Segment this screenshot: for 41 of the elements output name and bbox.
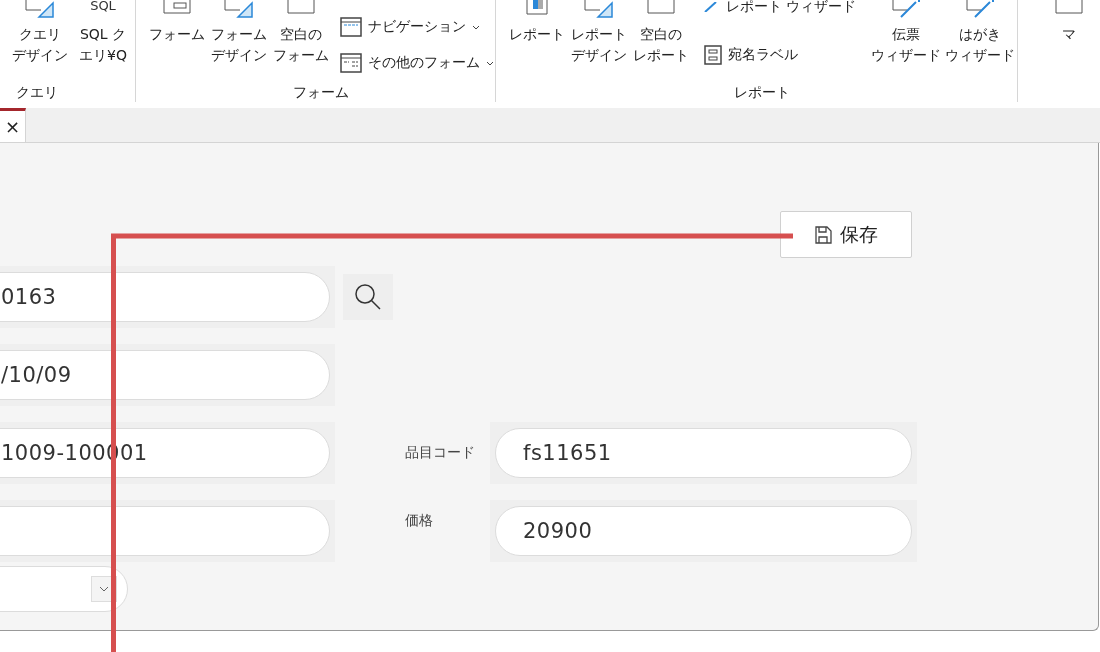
- ribbon-button[interactable]: 宛名ラベル: [704, 42, 869, 68]
- group-label: クエリ: [15, 84, 59, 102]
- field-label: 品目コード: [405, 443, 476, 462]
- group-label: レポート: [732, 84, 791, 102]
- chevron-down-icon: [99, 586, 109, 592]
- search-icon: [353, 281, 383, 312]
- ribbon-button[interactable]: 伝票 ウィザード: [869, 0, 943, 80]
- save-icon: [814, 225, 832, 244]
- label-icon: [704, 45, 722, 65]
- ribbon-button[interactable]: フォーム デザイン: [208, 0, 271, 80]
- form-icon: [162, 0, 193, 14]
- ribbon-button[interactable]: クエリ デザイン: [8, 0, 72, 80]
- ribbon-button[interactable]: レポート: [506, 0, 568, 80]
- window-icon: [340, 53, 363, 73]
- combo-box[interactable]: [0, 566, 128, 612]
- ribbon-button[interactable]: はがき ウィザード: [943, 0, 1017, 80]
- ribbon-button[interactable]: マ: [1038, 0, 1100, 80]
- chevron-down-icon: [486, 60, 495, 66]
- text-field[interactable]: fs11651: [495, 427, 912, 478]
- ribbon-button[interactable]: フォーム: [146, 0, 209, 80]
- ribbon-button[interactable]: 空白の フォーム: [270, 0, 333, 80]
- ribbon-button[interactable]: ナビゲーション: [340, 14, 495, 40]
- ribbon-button[interactable]: レポート ウィザード: [704, 0, 869, 20]
- chevron-down-icon: [472, 24, 481, 30]
- save-button[interactable]: 保存: [780, 211, 912, 258]
- form-design-icon: [584, 0, 614, 18]
- text-field[interactable]: 0163: [0, 271, 330, 322]
- text-field[interactable]: /10/09: [0, 349, 330, 400]
- text-field[interactable]: 20900: [495, 505, 912, 556]
- ribbon-button[interactable]: 空白の レポート: [630, 0, 692, 80]
- field-label: 価格: [405, 512, 434, 530]
- document-tab[interactable]: ×: [0, 108, 26, 142]
- ribbon-button[interactable]: レポート デザイン: [568, 0, 630, 80]
- window-icon: [340, 17, 363, 37]
- form-design-icon: [224, 0, 255, 18]
- text-field[interactable]: [0, 505, 330, 556]
- ribbon-button[interactable]: その他のフォーム: [340, 50, 495, 76]
- group-label: フォーム: [291, 84, 350, 102]
- search-button[interactable]: [343, 273, 393, 320]
- ribbon-button[interactable]: SQL SQL ク エリ¥Q: [72, 0, 134, 80]
- form-design-icon: [25, 0, 55, 18]
